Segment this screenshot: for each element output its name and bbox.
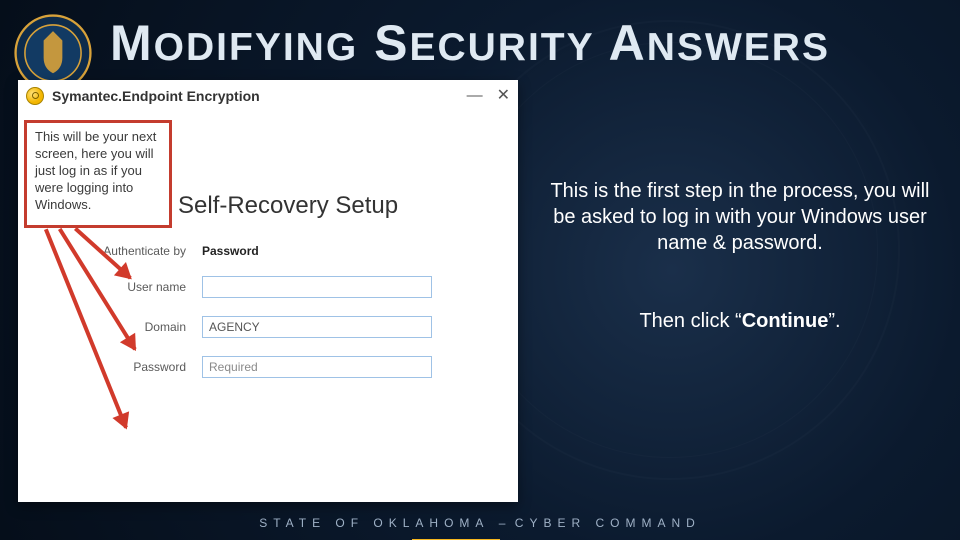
label-domain: Domain [82,320,202,334]
close-icon[interactable]: ✕ [497,88,510,104]
row-password: Password [82,356,494,378]
page-title: MODIFYING SECURITY ANSWERS [110,14,950,72]
instruction-text-2: Then click “Continue”. [550,310,930,333]
username-field[interactable] [202,276,432,298]
row-authenticate-by: Authenticate by Password [82,244,494,258]
app-icon [26,87,44,105]
row-domain: Domain [82,316,494,338]
password-field[interactable] [202,356,432,378]
footer-ribbon: STATE OF OKLAHOMA – CYBER COMMAND [0,516,960,530]
value-authenticate-by: Password [202,244,259,258]
instruction-text-1: This is the first step in the process, y… [550,178,930,256]
window-titlebar: Symantec.Endpoint Encryption — ✕ [18,80,518,112]
app-name: Symantec.Endpoint Encryption [52,88,467,104]
minimize-icon[interactable]: — [467,88,483,104]
domain-field[interactable] [202,316,432,338]
setup-heading: Self-Recovery Setup [178,192,494,220]
encryption-window: Symantec.Endpoint Encryption — ✕ Self-Re… [18,80,518,502]
row-username: User name [82,276,494,298]
callout-box: This will be your next screen, here you … [24,120,172,228]
